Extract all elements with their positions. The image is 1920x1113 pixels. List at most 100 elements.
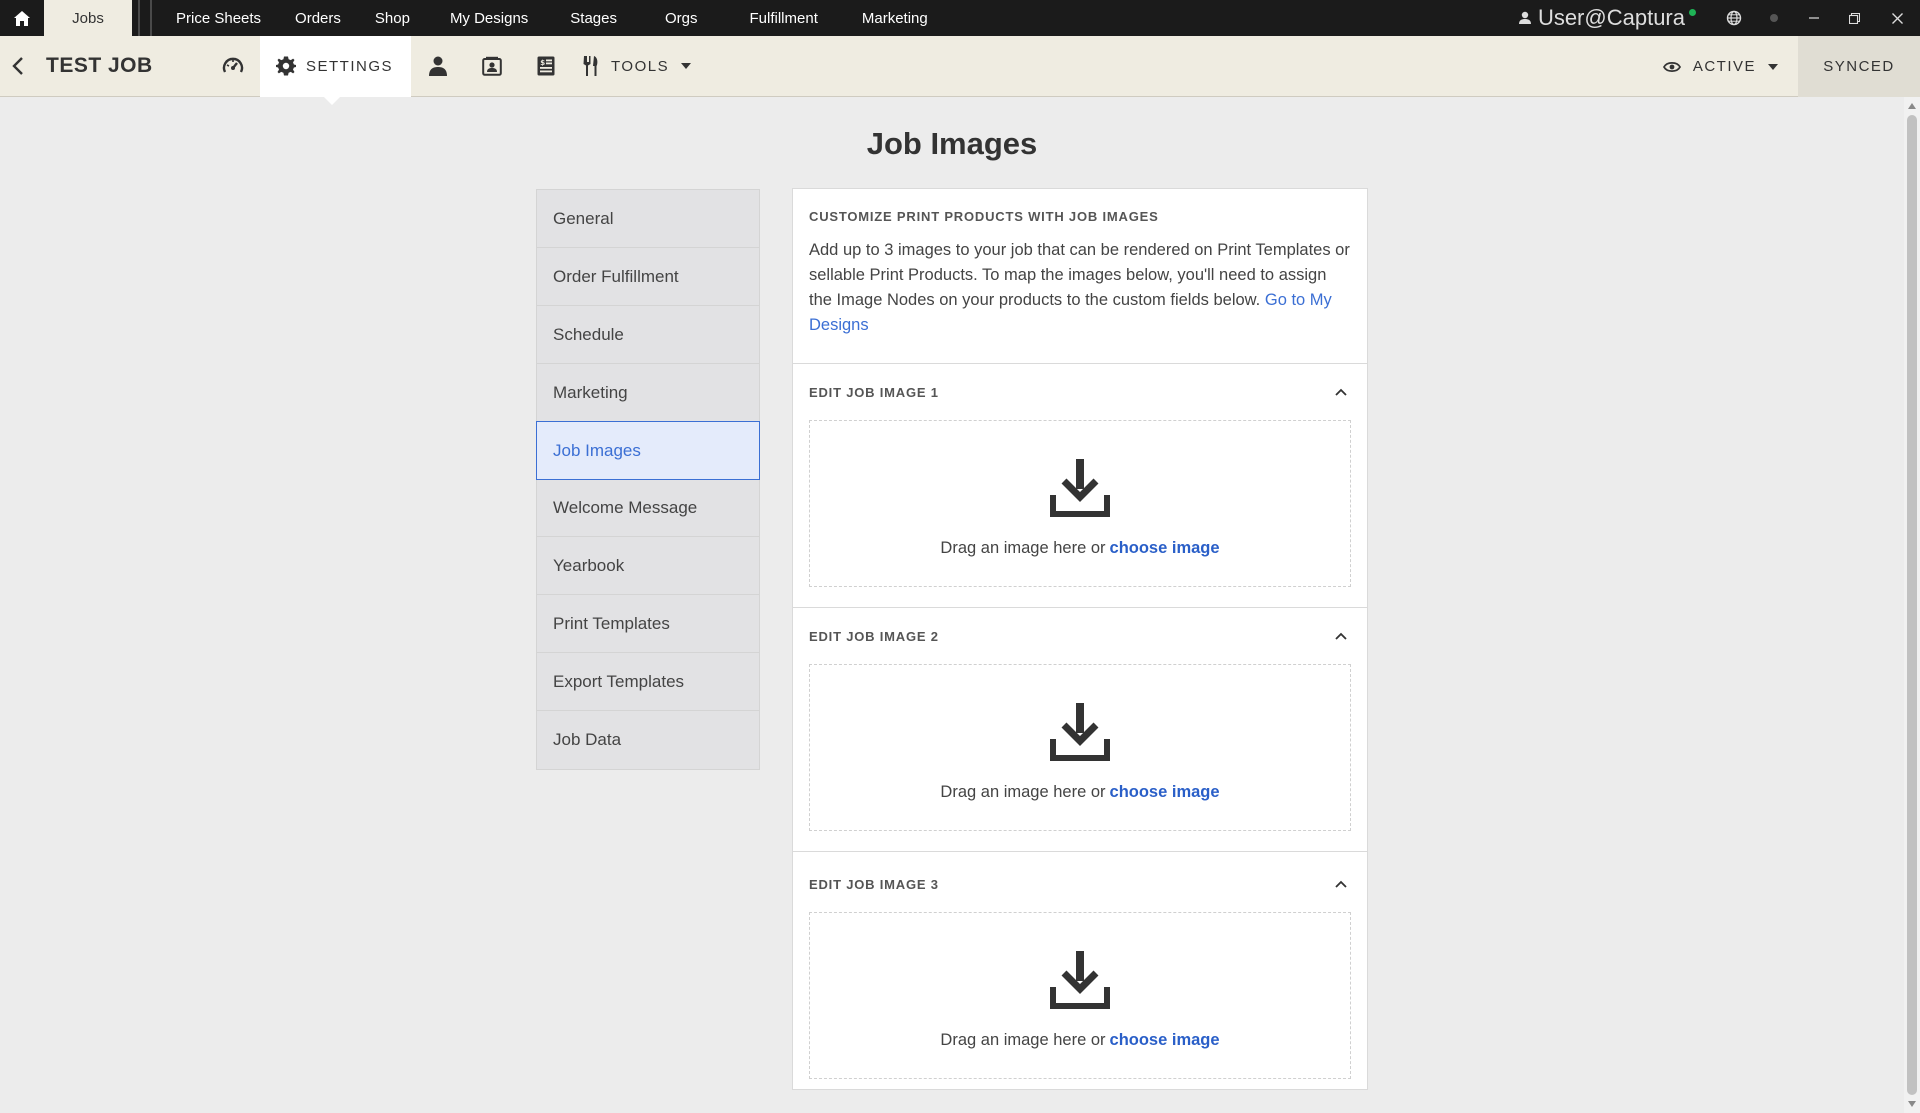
user-menu[interactable]: User@Captura <box>1518 5 1696 31</box>
section-header[interactable]: EDIT JOB IMAGE 1 <box>809 364 1351 420</box>
close-icon <box>1891 12 1903 24</box>
language-button[interactable] <box>1714 0 1754 36</box>
home-button[interactable] <box>0 0 44 36</box>
job-status-dropdown[interactable]: ACTIVE <box>1643 58 1798 75</box>
dashboard-gauge-icon <box>222 57 244 73</box>
section-header[interactable]: EDIT JOB IMAGE 3 <box>809 856 1351 912</box>
sidebar-item-job-data[interactable]: Job Data <box>537 711 759 769</box>
sidebar-item-marketing[interactable]: Marketing <box>537 364 759 422</box>
chevron-left-icon <box>12 57 23 75</box>
nav-tab-price-sheets[interactable]: Price Sheets <box>156 0 281 36</box>
nav-tab-orgs[interactable]: Orgs <box>651 0 736 36</box>
sidebar-item-schedule[interactable]: Schedule <box>537 306 759 364</box>
choose-image-link[interactable]: choose image <box>1110 783 1220 801</box>
home-icon <box>14 10 30 26</box>
active-tab-pointer <box>324 96 340 105</box>
nav-tab-fulfillment[interactable]: Fulfillment <box>736 0 848 36</box>
scroll-up-arrow-icon[interactable] <box>1908 103 1916 109</box>
dropzone-instructions: Drag an image here or <box>940 1031 1106 1049</box>
scroll-down-arrow-icon[interactable] <box>1908 1101 1916 1107</box>
job-status-label: ACTIVE <box>1692 58 1756 75</box>
tab-settings-label: SETTINGS <box>306 57 394 75</box>
collapse-button[interactable] <box>1331 874 1351 894</box>
dropzone-text: Drag an image here or choose image <box>940 783 1219 802</box>
scrollbar-thumb[interactable] <box>1907 115 1917 1095</box>
caret-down-icon <box>681 63 692 69</box>
status-indicator <box>1754 0 1794 36</box>
job-images-panel: CUSTOMIZE PRINT PRODUCTS WITH JOB IMAGES… <box>792 188 1368 1090</box>
dropzone-text: Drag an image here or choose image <box>940 1031 1219 1050</box>
sync-status: SYNCED <box>1798 36 1920 97</box>
nav-tab-shop[interactable]: Shop <box>361 0 436 36</box>
chevron-up-icon <box>1335 880 1347 888</box>
sidebar-item-export-templates[interactable]: Export Templates <box>537 653 759 711</box>
people-button[interactable] <box>411 36 465 97</box>
photo-album-icon <box>482 56 502 76</box>
download-icon <box>1050 459 1110 517</box>
sidebar-item-print-templates[interactable]: Print Templates <box>537 595 759 653</box>
nav-tab-marketing[interactable]: Marketing <box>848 0 948 36</box>
top-nav-bar: Jobs Price Sheets Orders Shop My Designs… <box>0 0 1920 36</box>
sidebar-item-welcome-message[interactable]: Welcome Message <box>537 479 759 537</box>
globe-icon <box>1726 10 1742 26</box>
sidebar-item-job-images[interactable]: Job Images <box>536 421 760 480</box>
image-dropzone[interactable]: Drag an image here or choose image <box>809 664 1351 831</box>
page-scrollbar[interactable] <box>1904 97 1920 1113</box>
dropzone-instructions: Drag an image here or <box>940 783 1106 801</box>
price-sheet-icon: $ <box>537 56 555 76</box>
download-icon <box>1050 951 1110 1009</box>
panel-description: Add up to 3 images to your job that can … <box>809 238 1351 338</box>
settings-sidebar: General Order Fulfillment Schedule Marke… <box>536 189 760 770</box>
dropzone-instructions: Drag an image here or <box>940 539 1106 557</box>
page-title: Job Images <box>866 126 1038 161</box>
photos-button[interactable] <box>465 36 519 97</box>
chevron-up-icon <box>1335 632 1347 640</box>
nav-tab-stages[interactable]: Stages <box>556 0 651 36</box>
sidebar-item-yearbook[interactable]: Yearbook <box>537 537 759 595</box>
job-image-section-2: EDIT JOB IMAGE 2 Drag an image here or ch… <box>793 608 1367 852</box>
nav-tab-orders[interactable]: Orders <box>281 0 361 36</box>
nav-tab-jobs[interactable]: Jobs <box>44 0 132 36</box>
online-status-dot <box>1689 8 1696 16</box>
image-dropzone[interactable]: Drag an image here or choose image <box>809 912 1351 1079</box>
caret-down-icon <box>1768 63 1778 70</box>
eye-icon <box>1662 61 1681 72</box>
sidebar-item-order-fulfillment[interactable]: Order Fulfillment <box>537 248 759 306</box>
image-dropzone[interactable]: Drag an image here or choose image <box>809 420 1351 587</box>
section-header[interactable]: EDIT JOB IMAGE 2 <box>809 608 1351 664</box>
job-image-section-3: EDIT JOB IMAGE 3 Drag an image here or ch… <box>793 851 1367 1079</box>
person-icon <box>429 56 448 76</box>
close-window-button[interactable] <box>1874 0 1920 36</box>
tools-icon <box>583 56 598 76</box>
price-list-button[interactable]: $ <box>519 36 573 97</box>
nav-tab-my-designs[interactable]: My Designs <box>436 0 556 36</box>
tools-dropdown[interactable]: TOOLS <box>573 36 701 97</box>
collapse-button[interactable] <box>1331 626 1351 646</box>
tab-settings[interactable]: SETTINGS <box>260 35 412 105</box>
collapse-button[interactable] <box>1331 382 1351 402</box>
gear-icon <box>276 56 296 76</box>
job-title: TEST JOB <box>46 54 153 77</box>
job-image-section-1: EDIT JOB IMAGE 1 Drag an image here or ch… <box>793 364 1367 608</box>
tools-label: TOOLS <box>611 57 670 75</box>
restore-icon <box>1848 12 1860 24</box>
sidebar-item-general[interactable]: General <box>537 190 759 248</box>
choose-image-link[interactable]: choose image <box>1110 539 1220 557</box>
choose-image-link[interactable]: choose image <box>1110 1031 1220 1049</box>
section-title: EDIT JOB IMAGE 3 <box>809 876 939 892</box>
svg-text:$: $ <box>540 59 545 67</box>
back-button[interactable] <box>0 36 36 97</box>
job-toolbar: TEST JOB SETTINGS $ TOOLS ACTIVE SYNCED <box>0 35 1920 105</box>
download-icon <box>1050 703 1110 761</box>
chevron-up-icon <box>1335 388 1347 396</box>
inactive-dot-icon <box>1770 14 1778 22</box>
panel-header: CUSTOMIZE PRINT PRODUCTS WITH JOB IMAGES… <box>793 189 1367 364</box>
user-name: User@Captura <box>1537 5 1685 30</box>
user-icon <box>1518 11 1531 24</box>
nav-divider <box>138 0 152 36</box>
dropzone-text: Drag an image here or choose image <box>940 539 1219 558</box>
restore-button[interactable] <box>1834 0 1874 36</box>
minimize-icon <box>1809 17 1819 19</box>
minimize-button[interactable] <box>1794 0 1834 36</box>
dashboard-button[interactable] <box>206 36 260 97</box>
